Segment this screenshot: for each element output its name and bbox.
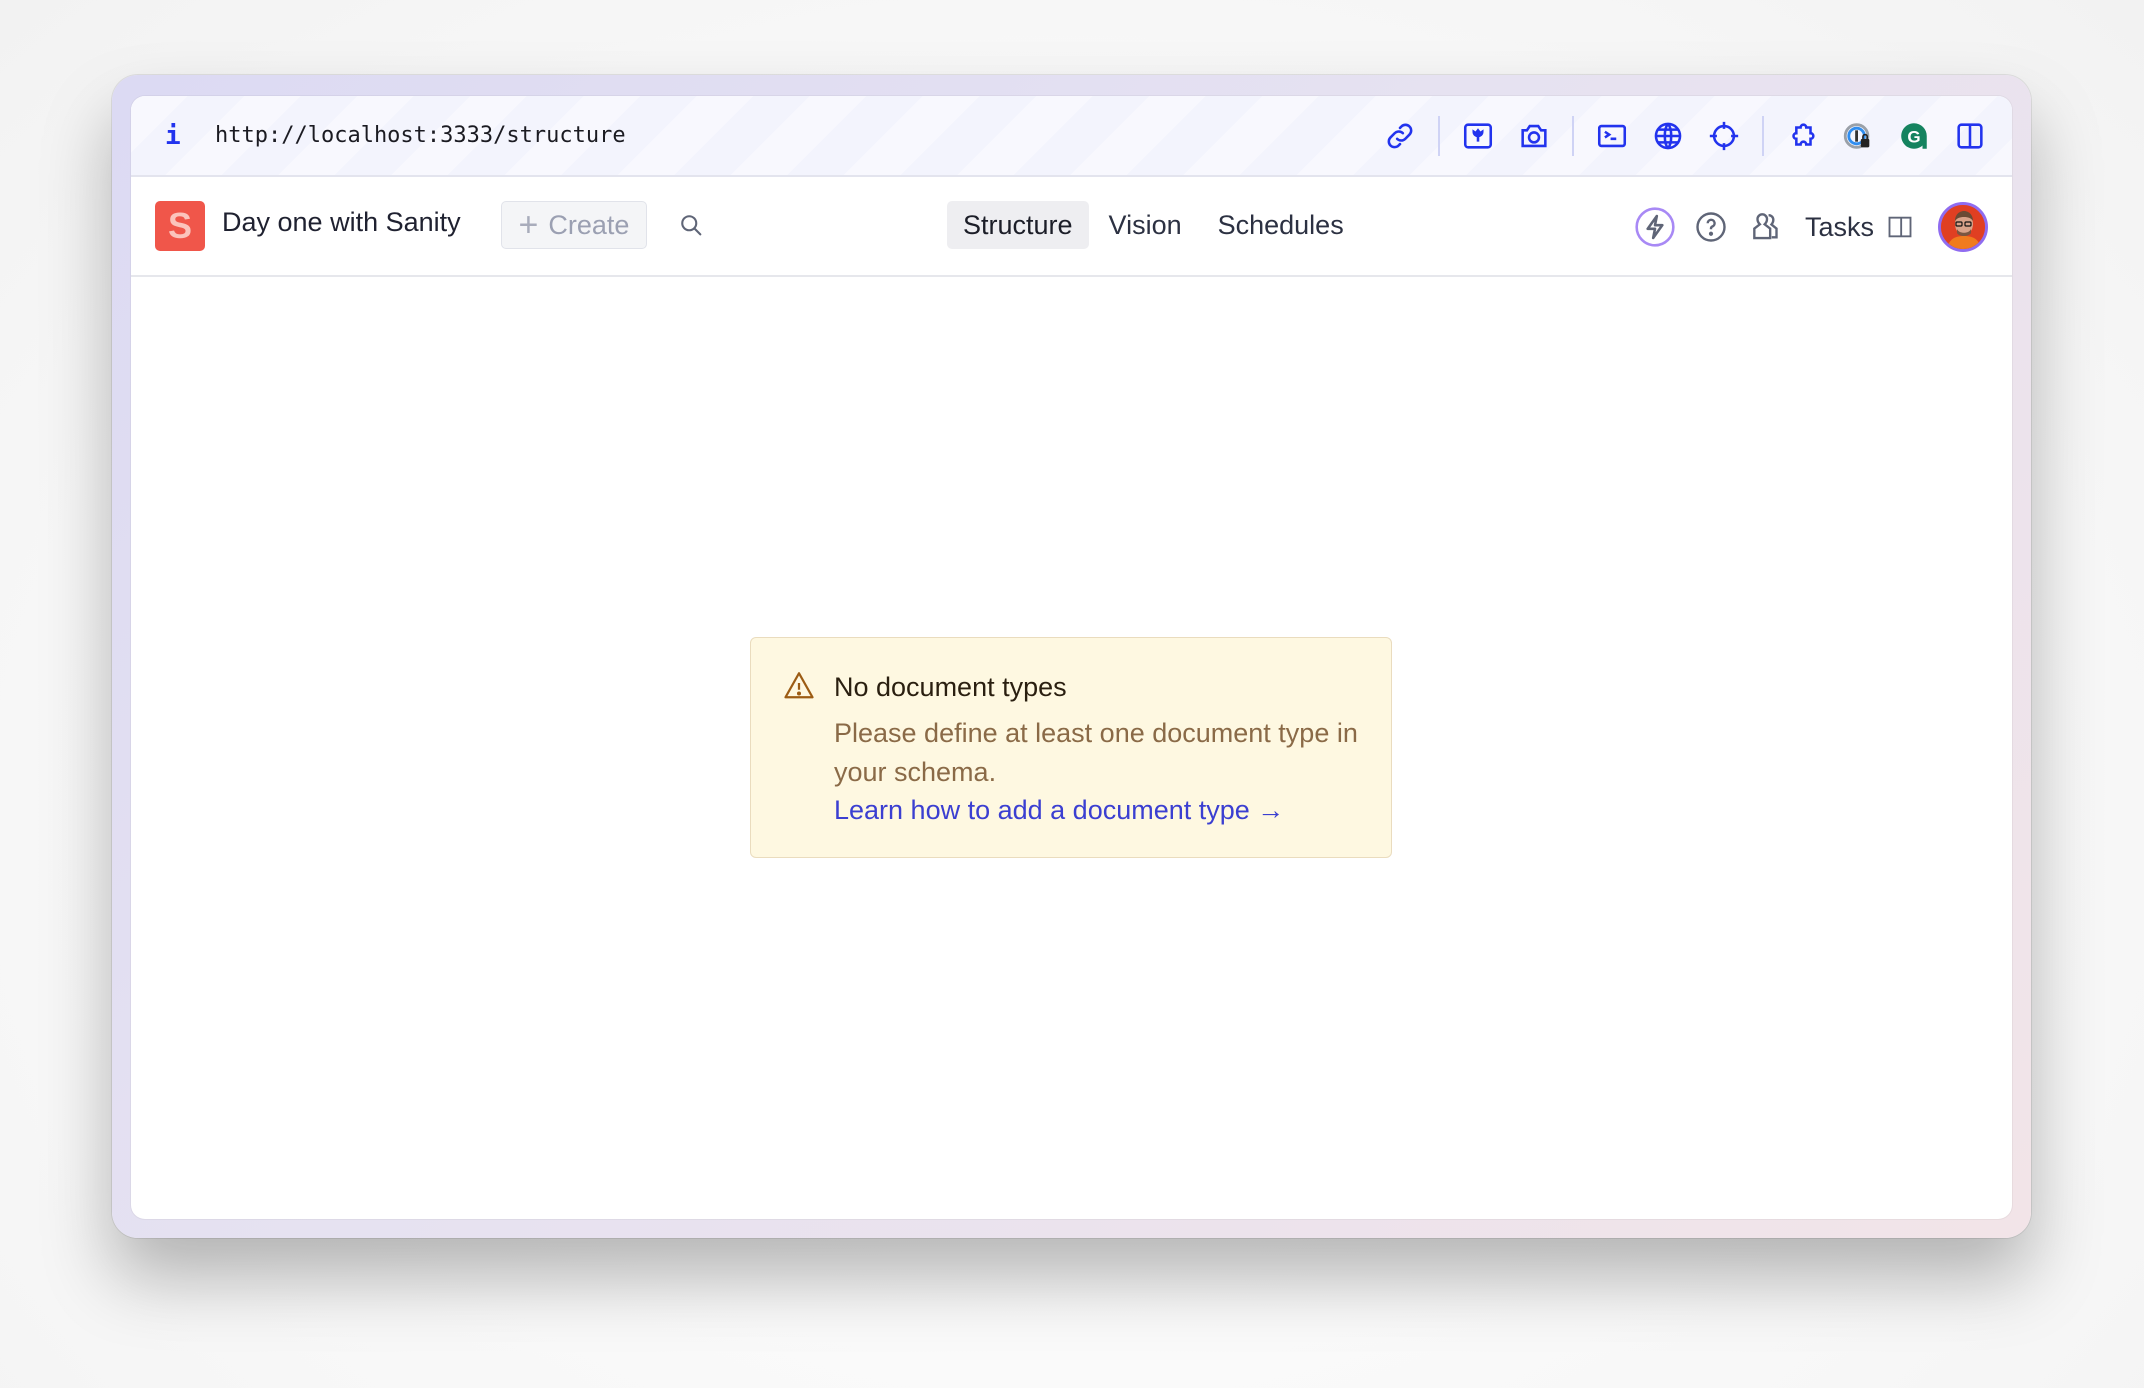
tab-structure[interactable]: Structure: [947, 201, 1089, 249]
globe-icon[interactable]: [1640, 108, 1696, 164]
image-icon[interactable]: [1450, 108, 1506, 164]
puzzle-extension-icon[interactable]: [1774, 108, 1830, 164]
workspace-logo[interactable]: S: [155, 201, 205, 251]
no-document-types-notice: No document types Please define at least…: [750, 637, 1392, 858]
toolbar-separator: [1572, 115, 1574, 156]
tool-tabs: Structure Vision Schedules: [947, 201, 1360, 249]
browser-toolbar: G: [1372, 96, 1998, 175]
logo-letter: S: [167, 205, 192, 246]
navbar-actions: Tasks: [1627, 199, 1988, 255]
camera-icon[interactable]: [1506, 108, 1562, 164]
workspace-title[interactable]: Day one with Sanity: [222, 207, 461, 238]
info-icon[interactable]: i: [165, 121, 205, 151]
toolbar-separator: [1762, 115, 1764, 156]
url-field[interactable]: http://localhost:3333/structure: [215, 123, 626, 148]
toolbar-separator: [1438, 115, 1440, 156]
tasks-button[interactable]: Tasks: [1805, 212, 1914, 243]
users-icon[interactable]: [1739, 199, 1795, 255]
password-manager-icon[interactable]: [1830, 108, 1886, 164]
link-icon[interactable]: [1372, 108, 1428, 164]
search-icon[interactable]: [671, 205, 711, 245]
notice-title: No document types: [834, 672, 1067, 702]
tab-vision[interactable]: Vision: [1093, 201, 1198, 249]
split-view-icon[interactable]: [1942, 108, 1998, 164]
crosshair-icon[interactable]: [1696, 108, 1752, 164]
tasks-label: Tasks: [1804, 211, 1874, 242]
create-label: Create: [548, 209, 630, 240]
url-bar: i http://localhost:3333/structure G: [131, 96, 2012, 177]
user-avatar[interactable]: [1938, 202, 1988, 252]
lightning-icon[interactable]: [1627, 199, 1683, 255]
grammarly-icon[interactable]: G: [1886, 108, 1942, 164]
help-circle-icon[interactable]: [1683, 199, 1739, 255]
studio-navbar: S Day one with Sanity + Create Structure…: [131, 177, 2012, 277]
panel-icon: [1888, 216, 1912, 238]
svg-text:G: G: [1907, 127, 1920, 146]
browser-window: i http://localhost:3333/structure G S Da…: [131, 96, 2012, 1219]
create-button[interactable]: + Create: [501, 201, 647, 249]
notice-description: Please define at least one document type…: [834, 718, 1358, 787]
learn-more-link[interactable]: Learn how to add a document type →: [834, 795, 1284, 826]
plus-icon: +: [518, 206, 539, 244]
terminal-icon[interactable]: [1584, 108, 1640, 164]
tab-schedules[interactable]: Schedules: [1202, 201, 1360, 249]
warning-icon: [784, 672, 814, 699]
